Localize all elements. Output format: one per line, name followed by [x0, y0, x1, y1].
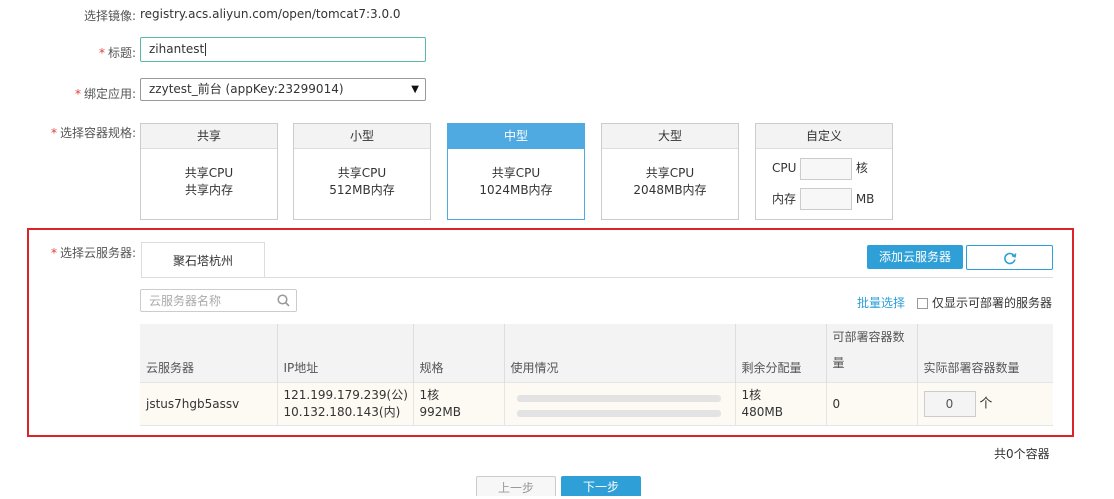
spec-card-large[interactable]: 大型 共享CPU 2048MB内存 — [601, 123, 739, 220]
cell-actual: 0 个 — [917, 382, 1053, 426]
dropdown-arrow-icon: ▼ — [411, 84, 419, 95]
server-search-input[interactable]: 云服务器名称 — [140, 289, 297, 312]
spec-card-mem: 2048MB内存 — [633, 183, 707, 197]
bind-app-select[interactable]: zzytest_前台 (appKey:23299014) ▼ — [140, 78, 426, 101]
next-step-button[interactable]: 下一步 — [561, 476, 641, 496]
custom-cpu-input[interactable] — [800, 157, 852, 180]
spec-card-title: 自定义 — [756, 124, 892, 149]
spec-card-title: 共享 — [141, 124, 277, 149]
col-header: 使用情况 — [504, 324, 736, 383]
col-header: 剩余分配量 — [735, 324, 827, 383]
title-label: * 标题: — [98, 46, 136, 60]
cell-deployable: 0 — [826, 382, 918, 426]
only-deployable-label: 仅显示可部署的服务器 — [932, 296, 1053, 310]
image-value: registry.acs.aliyun.com/open/tomcat7:3.0… — [140, 7, 401, 21]
spec-card-title: 中型 — [448, 124, 584, 149]
col-header: 实际部署容器数量 — [917, 324, 1053, 383]
title-input[interactable]: zihantest — [140, 37, 426, 62]
table-row[interactable]: jstus7hgb5assv 121.199.179.239(公) 10.132.… — [140, 382, 1053, 426]
image-label: 选择镜像: — [83, 9, 136, 23]
custom-cpu-unit: 核 — [855, 161, 868, 175]
required-mark: * — [98, 46, 105, 60]
col-header: IP地址 — [277, 324, 414, 383]
search-placeholder: 云服务器名称 — [149, 294, 222, 308]
col-header: 可部署容器数量 — [826, 324, 918, 383]
cpu-usage-bar — [516, 395, 721, 402]
spec-card-cpu: 共享CPU — [337, 166, 387, 180]
spec-card-small[interactable]: 小型 共享CPU 512MB内存 — [293, 123, 431, 220]
spec-card-shared[interactable]: 共享 共享CPU 共享内存 — [140, 123, 278, 220]
spec-card-mem: 共享内存 — [184, 183, 233, 197]
checkbox-box[interactable] — [917, 298, 928, 309]
search-icon[interactable] — [277, 294, 290, 307]
cell-remaining: 1核 480MB — [735, 382, 827, 426]
spec-card-cpu: 共享CPU — [645, 166, 695, 180]
spec-label: * 选择容器规格: — [50, 126, 136, 140]
spec-card-medium[interactable]: 中型 共享CPU 1024MB内存 — [447, 123, 585, 220]
spec-card-title: 大型 — [602, 124, 738, 149]
custom-cpu-label: CPU — [772, 161, 797, 175]
spec-card-title: 小型 — [294, 124, 430, 149]
server-table: 云服务器 IP地址 规格 使用情况 剩余分配量 可部署容器数量 实际部署容器数量… — [140, 324, 1053, 426]
col-header: 规格 — [413, 324, 505, 383]
add-server-button[interactable]: 添加云服务器 — [867, 245, 963, 269]
cell-ip: 121.199.179.239(公) 10.132.180.143(内) — [277, 382, 414, 426]
spec-card-mem: 1024MB内存 — [479, 183, 553, 197]
tab-divider — [141, 277, 1053, 278]
batch-select-link[interactable]: 批量选择 — [857, 294, 905, 311]
only-deployable-checkbox[interactable]: 仅显示可部署的服务器 — [917, 294, 1052, 311]
bind-app-label: * 绑定应用: — [74, 87, 136, 101]
spec-card-custom[interactable]: 自定义 CPU 核 内存 MB — [755, 123, 893, 220]
server-label: * 选择云服务器: — [50, 246, 136, 260]
col-header: 云服务器 — [140, 324, 278, 383]
actual-count-unit: 个 — [979, 396, 993, 412]
actual-count-input[interactable]: 0 — [923, 391, 976, 417]
spec-card-cpu: 共享CPU — [184, 166, 234, 180]
refresh-button[interactable] — [966, 245, 1053, 270]
custom-mem-unit: MB — [855, 191, 875, 206]
bind-app-value: zzytest_前台 (appKey:23299014) — [149, 82, 344, 96]
mem-usage-bar — [516, 410, 721, 417]
spec-card-cpu: 共享CPU — [491, 166, 541, 180]
title-input-value: zihantest — [149, 42, 205, 56]
cell-server-name: jstus7hgb5assv — [140, 382, 278, 426]
container-total: 共0个容器 — [994, 447, 1050, 461]
custom-mem-label: 内存 — [772, 191, 797, 206]
prev-step-button[interactable]: 上一步 — [476, 476, 556, 496]
table-header-row: 云服务器 IP地址 规格 使用情况 剩余分配量 可部署容器数量 实际部署容器数量 — [140, 324, 1053, 383]
tab-jushita-hangzhou[interactable]: 聚石塔杭州 — [141, 242, 265, 278]
spec-card-mem: 512MB内存 — [329, 183, 395, 197]
cell-usage — [504, 382, 736, 426]
refresh-icon — [1003, 252, 1016, 265]
cell-spec: 1核 992MB — [413, 382, 505, 426]
custom-mem-input[interactable] — [800, 188, 852, 210]
